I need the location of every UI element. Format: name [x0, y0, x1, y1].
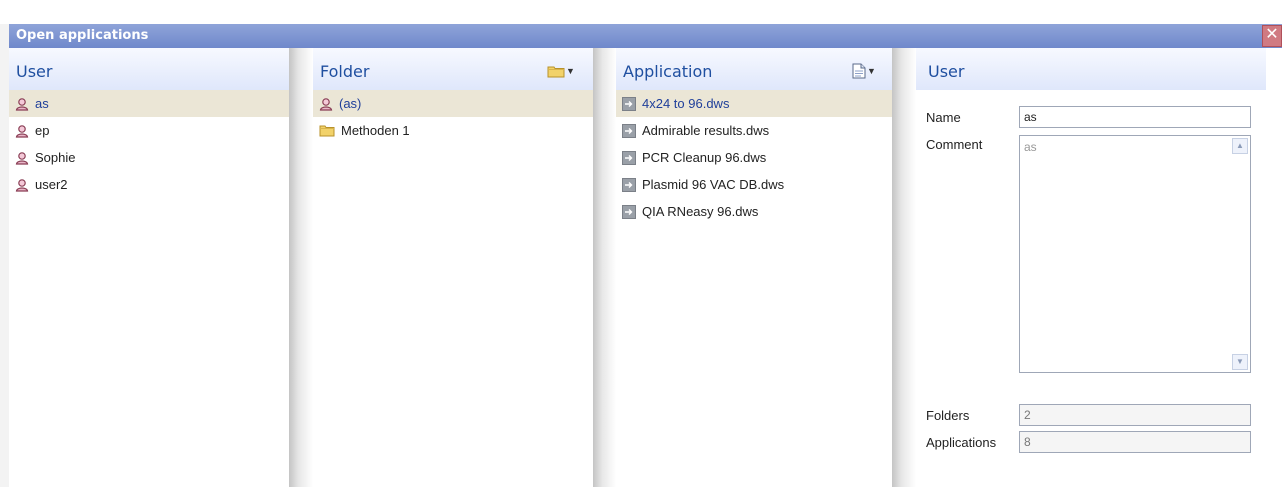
comment-text: as — [1024, 140, 1037, 154]
detail-panel-header: User — [916, 48, 1266, 90]
user-list-item[interactable]: Sophie — [9, 144, 289, 171]
folder-menu-icon[interactable]: ▼ — [547, 62, 581, 80]
application-list-item[interactable]: PCR Cleanup 96.dws — [616, 144, 892, 171]
user-list-item-label: user2 — [35, 177, 68, 192]
detail-panel-title: User — [928, 62, 965, 81]
user-list-item[interactable]: ep — [9, 117, 289, 144]
name-field[interactable]: as — [1019, 106, 1251, 128]
folder-icon — [319, 124, 335, 137]
app-file-icon — [622, 123, 636, 138]
folder-panel-header: Folder ▼ — [313, 48, 593, 90]
folder-panel: Folder ▼ (as) Methoden 1 — [313, 48, 593, 487]
users-panel-title: User — [16, 62, 53, 81]
application-list-item[interactable]: Admirable results.dws — [616, 117, 892, 144]
application-panel-title: Application — [623, 62, 713, 81]
application-panel-header: Application ▼ — [616, 48, 892, 90]
application-list-item[interactable]: 4x24 to 96.dws — [616, 90, 892, 117]
folder-panel-title: Folder — [320, 62, 370, 81]
app-file-icon — [622, 150, 636, 165]
application-list-item[interactable]: QIA RNeasy 96.dws — [616, 198, 892, 225]
folder-list-item-label: Methoden 1 — [341, 123, 410, 138]
application-panel: Application ▼ 4x24 to 96.dws Admirable re… — [616, 48, 892, 487]
user-list-item-label: ep — [35, 123, 50, 138]
application-list-item-label: Plasmid 96 VAC DB.dws — [642, 177, 785, 192]
users-list: as ep Sophie user2 — [9, 90, 289, 198]
application-list-item-label: PCR Cleanup 96.dws — [642, 150, 767, 165]
user-list-item[interactable]: as — [9, 90, 289, 117]
name-label: Name — [926, 110, 961, 125]
scroll-up-icon[interactable]: ▲ — [1232, 138, 1248, 154]
user-icon — [15, 151, 29, 165]
application-list-item[interactable]: Plasmid 96 VAC DB.dws — [616, 171, 892, 198]
user-list-item-label: as — [35, 96, 49, 111]
users-panel-header: User — [9, 48, 289, 90]
application-list-item-label: Admirable results.dws — [642, 123, 770, 138]
folder-icon — [547, 66, 565, 78]
folder-list-item[interactable]: Methoden 1 — [313, 117, 593, 144]
document-icon — [852, 63, 866, 79]
app-file-icon — [622, 204, 636, 219]
right-gutter — [1266, 48, 1282, 487]
application-list-item-label: 4x24 to 96.dws — [642, 96, 730, 111]
application-list: 4x24 to 96.dws Admirable results.dws PCR C… — [616, 90, 892, 225]
window-left-frame — [0, 24, 9, 487]
applications-count-field: 8 — [1019, 431, 1251, 453]
user-list-item-label: Sophie — [35, 150, 76, 165]
detail-panel: User Name as Comment as ▲ ▼ Folders 2 Ap… — [916, 48, 1266, 487]
window-titlebar: Open applications ✕ — [9, 24, 1282, 48]
document-menu-icon[interactable]: ▼ — [852, 62, 886, 80]
chevron-down-icon: ▼ — [566, 66, 575, 76]
chevron-down-icon: ▼ — [867, 66, 876, 76]
folder-list: (as) Methoden 1 — [313, 90, 593, 144]
scroll-down-icon[interactable]: ▼ — [1232, 354, 1248, 370]
user-icon — [319, 97, 333, 111]
panel-splitter[interactable] — [593, 48, 616, 487]
app-file-icon — [622, 177, 636, 192]
panel-splitter[interactable] — [892, 48, 916, 487]
close-icon[interactable]: ✕ — [1262, 25, 1282, 47]
user-list-item[interactable]: user2 — [9, 171, 289, 198]
applications-label: Applications — [926, 435, 997, 450]
user-icon — [15, 97, 29, 111]
user-icon — [15, 178, 29, 192]
user-icon — [15, 124, 29, 138]
comment-label: Comment — [926, 137, 983, 152]
users-panel: User as ep Sophie user2 — [9, 48, 289, 487]
folders-label: Folders — [926, 408, 970, 423]
folders-count-field: 2 — [1019, 404, 1251, 426]
application-list-item-label: QIA RNeasy 96.dws — [642, 204, 759, 219]
comment-field[interactable]: as ▲ ▼ — [1019, 135, 1251, 373]
folder-list-item[interactable]: (as) — [313, 90, 593, 117]
window-title: Open applications — [16, 28, 149, 43]
app-file-icon — [622, 96, 636, 111]
folder-list-item-label: (as) — [339, 96, 362, 111]
panel-splitter[interactable] — [289, 48, 313, 487]
